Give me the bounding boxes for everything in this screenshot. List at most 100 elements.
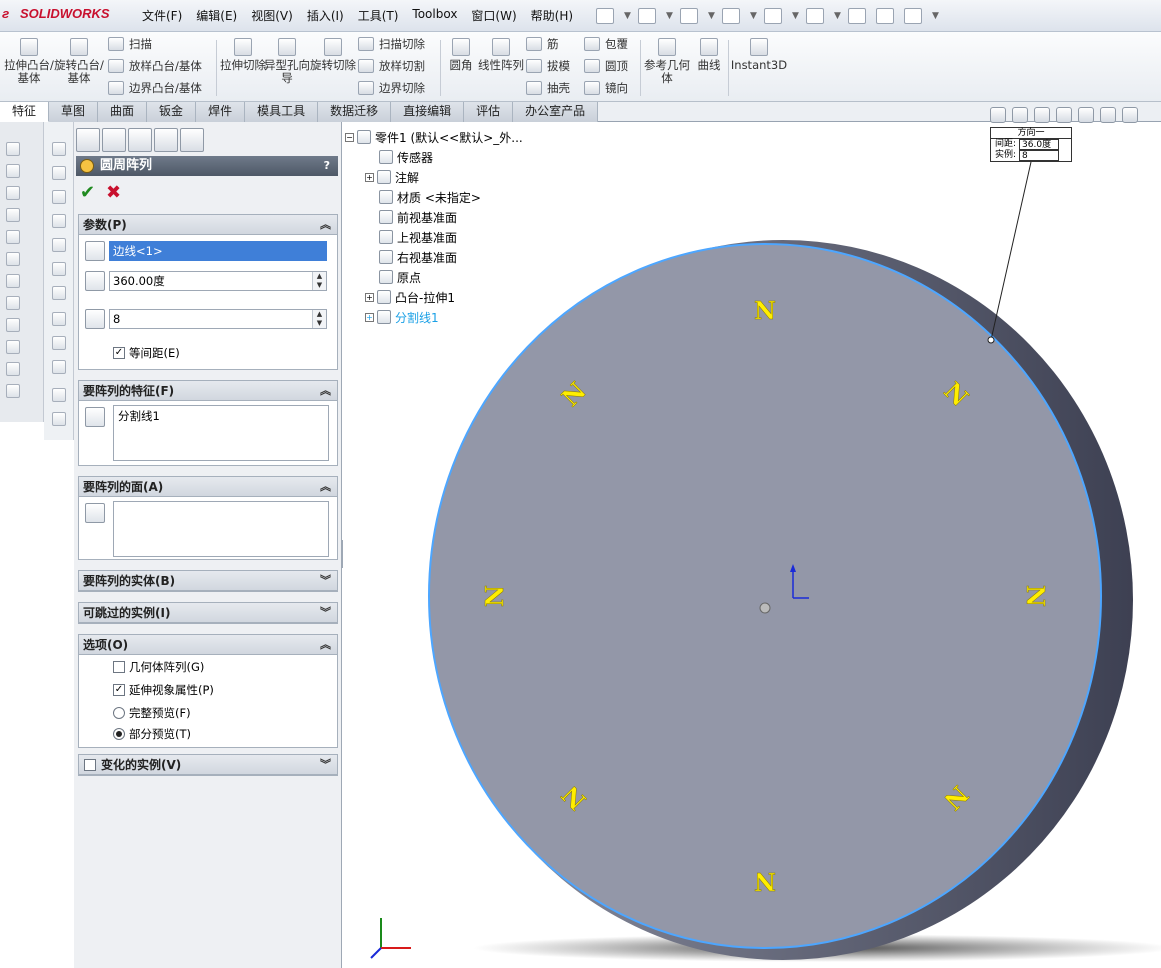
curves-button[interactable]: 曲线 (684, 38, 734, 72)
mirror-button[interactable]: 镜向 (584, 78, 628, 98)
instances-input[interactable]: 8 ▲ ▼ (109, 309, 327, 329)
features-to-pattern-header[interactable]: 要阵列的特征(F) ︽ (79, 381, 337, 401)
section-view-icon[interactable] (52, 412, 66, 426)
normal-to-icon[interactable] (52, 312, 66, 326)
relations-icon[interactable] (6, 362, 20, 376)
tree-item-origin[interactable]: 原点 (379, 268, 421, 286)
extruded-cut-button[interactable]: 拉伸切除 (218, 38, 268, 72)
offset-tool-icon[interactable] (6, 318, 20, 332)
tab-data-migration[interactable]: 数据迁移 (318, 102, 392, 122)
equal-spacing-checkbox[interactable]: ✓ 等间距(E) (113, 345, 180, 361)
tab-features[interactable]: 特征 (0, 102, 50, 122)
select-icon[interactable] (806, 8, 824, 24)
options-icon[interactable] (904, 8, 922, 24)
tree-item-material[interactable]: 材质 <未指定> (379, 188, 481, 206)
boundary-button[interactable]: 边界凸台/基体 (108, 78, 202, 98)
angle-input[interactable]: 360.00度 ▲ ▼ (109, 271, 327, 291)
menu-help[interactable]: 帮助(H) (531, 7, 573, 24)
tab-sheet-metal[interactable]: 钣金 (147, 102, 197, 122)
line-tool-icon[interactable] (6, 186, 20, 200)
lofted-cut-button[interactable]: 放样切割 (358, 56, 425, 76)
tab-sketch[interactable]: 草图 (49, 102, 99, 122)
geometry-pattern-checkbox[interactable]: 几何体阵列(G) (113, 659, 204, 675)
menu-view[interactable]: 视图(V) (251, 7, 293, 24)
pattern-callout[interactable]: 方向一 间距: 36.0度 实例: 8 (990, 127, 1072, 162)
boundary-cut-button[interactable]: 边界切除 (358, 78, 425, 98)
view-right-icon[interactable] (52, 214, 66, 228)
property-manager-tab-icon[interactable] (102, 128, 126, 152)
view-left-icon[interactable] (52, 190, 66, 204)
loft-button[interactable]: 放样凸台/基体 (108, 56, 202, 76)
cancel-button[interactable]: ✖ (106, 182, 121, 203)
list-item[interactable]: 分割线1 (118, 408, 324, 424)
zoom-to-area-icon[interactable] (1012, 107, 1028, 123)
display-pane-icon[interactable] (52, 360, 66, 374)
hide-show-icon[interactable] (52, 388, 66, 402)
configuration-manager-tab-icon[interactable] (128, 128, 152, 152)
menu-tools[interactable]: 工具(T) (358, 7, 399, 24)
faces-list[interactable] (113, 501, 329, 557)
tree-root[interactable]: − 零件1 (默认<<默认>_外... (345, 128, 523, 146)
quick-snaps-icon[interactable] (6, 384, 20, 398)
feature-manager-tab-icon[interactable] (76, 128, 100, 152)
file-props-icon[interactable] (876, 8, 894, 24)
view-top-icon[interactable] (52, 238, 66, 252)
tree-item-boss-extrude1[interactable]: + 凸台-拉伸1 (365, 288, 455, 306)
full-preview-radio[interactable]: 完整预览(F) (113, 705, 191, 721)
zoom-to-fit-icon[interactable] (990, 107, 1006, 123)
tree-item-front-plane[interactable]: 前视基准面 (379, 208, 457, 226)
tab-evaluate[interactable]: 评估 (464, 102, 514, 122)
view-front-icon[interactable] (52, 142, 66, 156)
revolved-boss-button[interactable]: 旋转凸台/基体 (54, 38, 104, 85)
graphics-area[interactable]: NNNNNNNN − 零件1 (默认<<默认>_外... 传感器 + 注解 材质 <… (343, 122, 1161, 968)
rebuild-icon[interactable] (848, 8, 866, 24)
propagate-visual-checkbox[interactable]: ✓ 延伸视象属性(P) (113, 682, 214, 698)
tree-item-top-plane[interactable]: 上视基准面 (379, 228, 457, 246)
swept-cut-button[interactable]: 扫描切除 (358, 34, 425, 54)
varied-instances-header[interactable]: 变化的实例(V) ︾ (79, 755, 337, 775)
trim-tool-icon[interactable] (6, 296, 20, 310)
wrap-button[interactable]: 包覆 (584, 34, 628, 54)
dome-button[interactable]: 圆顶 (584, 56, 628, 76)
tree-item-annotations[interactable]: + 注解 (365, 168, 419, 186)
menu-window[interactable]: 窗口(W) (471, 7, 516, 24)
callout-spacing-value[interactable]: 36.0度 (1019, 139, 1060, 150)
partial-preview-radio[interactable]: 部分预览(T) (113, 726, 191, 742)
tab-mold-tools[interactable]: 模具工具 (245, 102, 319, 122)
sketch-tool-icon[interactable] (6, 142, 20, 156)
new-doc-icon[interactable] (596, 8, 614, 24)
linear-pattern-button[interactable]: 线性阵列 (476, 38, 526, 72)
arc-tool-icon[interactable] (6, 252, 20, 266)
bodies-to-pattern-header[interactable]: 要阵列的实体(B) ︾ (79, 571, 337, 591)
pattern-axis-field[interactable]: 边线<1> (109, 241, 327, 261)
reference-axis-icon[interactable] (52, 336, 66, 350)
tab-weldments[interactable]: 焊件 (196, 102, 246, 122)
extruded-boss-button[interactable]: 拉伸凸台/基体 (4, 38, 54, 85)
view-back-icon[interactable] (52, 166, 66, 180)
view-iso-icon[interactable] (52, 286, 66, 300)
callout-instances-value[interactable]: 8 (1019, 150, 1060, 161)
menu-file[interactable]: 文件(F) (142, 7, 182, 24)
spline-tool-icon[interactable] (6, 274, 20, 288)
parameters-header[interactable]: 参数(P) ︽ (79, 215, 337, 235)
hide-show-items-icon[interactable] (1122, 107, 1138, 123)
tab-direct-editing[interactable]: 直接编辑 (391, 102, 465, 122)
help-icon[interactable]: ? (324, 156, 330, 176)
draft-button[interactable]: 拔模 (526, 56, 570, 76)
instances-spinner[interactable]: ▲ ▼ (312, 310, 326, 328)
open-icon[interactable] (638, 8, 656, 24)
tree-item-right-plane[interactable]: 右视基准面 (379, 248, 457, 266)
circle-tool-icon[interactable] (6, 230, 20, 244)
options-header[interactable]: 选项(O) ︽ (79, 635, 337, 655)
faces-to-pattern-header[interactable]: 要阵列的面(A) ︽ (79, 477, 337, 497)
tab-surfaces[interactable]: 曲面 (98, 102, 148, 122)
dimxpert-tab-icon[interactable] (154, 128, 178, 152)
save-icon[interactable] (680, 8, 698, 24)
shell-button[interactable]: 抽壳 (526, 78, 570, 98)
rib-button[interactable]: 筋 (526, 34, 559, 54)
instant3d-button[interactable]: Instant3D (730, 38, 788, 72)
mirror-entities-icon[interactable] (6, 340, 20, 354)
previous-view-icon[interactable] (1034, 107, 1050, 123)
tree-item-sensors[interactable]: 传感器 (379, 148, 433, 166)
revolved-cut-button[interactable]: 旋转切除 (308, 38, 358, 72)
